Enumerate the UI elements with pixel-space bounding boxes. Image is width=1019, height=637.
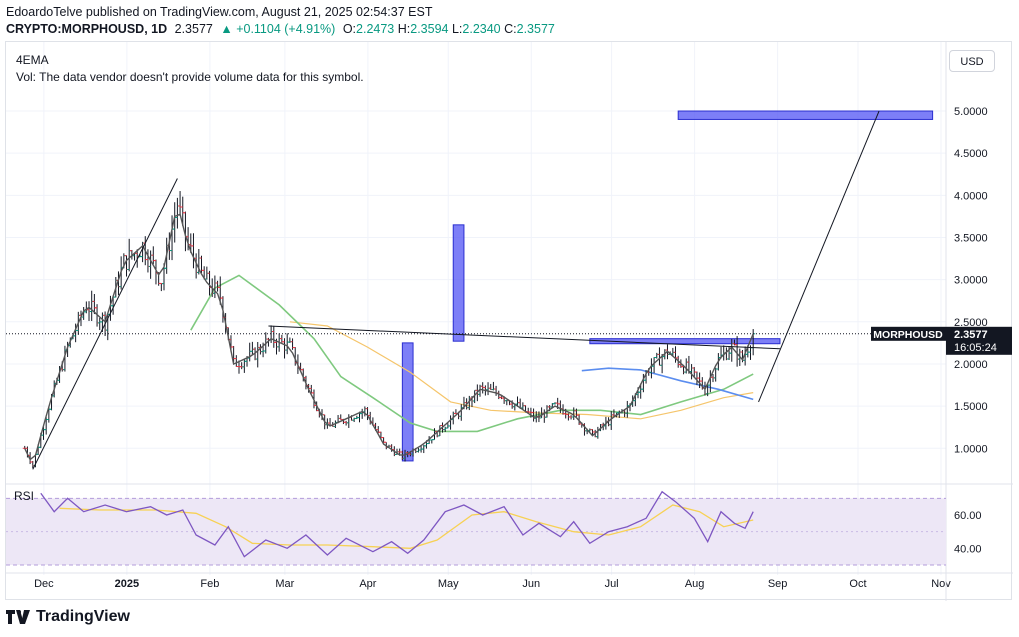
price-chart[interactable]: 5.00004.50004.00003.50003.00002.50002.00… bbox=[6, 42, 1013, 601]
time-axis-label: Oct bbox=[849, 578, 866, 590]
low-label: L: bbox=[451, 22, 463, 36]
price-axis-label: 1.5000 bbox=[954, 401, 988, 413]
time-axis-label: Feb bbox=[200, 578, 219, 590]
footer-brand: TradingView bbox=[36, 608, 130, 625]
price-axis-label: 1.0000 bbox=[954, 443, 988, 455]
tradingview-logo-icon bbox=[6, 610, 30, 624]
trendline bbox=[32, 178, 178, 470]
time-axis-label: Sep bbox=[768, 578, 788, 590]
chart-frame[interactable]: 5.0000 4.5000 4.0000 3.5000 3.0000 2.5000 2.00… bbox=[5, 41, 1013, 601]
price-axis-label: 3.0000 bbox=[954, 275, 988, 287]
price-axis-label: 2.0000 bbox=[954, 359, 988, 371]
open-value: 2.2473 bbox=[356, 22, 395, 36]
time-axis-label: 2025 bbox=[115, 578, 139, 590]
time-axis-label: Dec bbox=[34, 578, 54, 590]
publisher-line: EdoardoTelve published on TradingView.co… bbox=[6, 5, 433, 19]
rsi-axis-label: 40.00 bbox=[954, 543, 982, 555]
price-tag-value: 2.3577 bbox=[954, 329, 988, 341]
time-axis-label: Nov bbox=[931, 578, 951, 590]
price-change: ▲ +0.1104 (+4.91%) bbox=[220, 22, 336, 36]
last-price: 2.3577 bbox=[174, 22, 213, 36]
time-axis-label: May bbox=[438, 578, 459, 590]
time-axis-label: Jun bbox=[522, 578, 540, 590]
zone-box bbox=[401, 342, 414, 462]
open-label: O: bbox=[342, 22, 357, 36]
price-axis-label: 3.5000 bbox=[954, 232, 988, 244]
price-axis-label: 4.5000 bbox=[954, 148, 988, 160]
symbol-label[interactable]: CRYPTO:MORPHOUSD, 1D bbox=[6, 22, 167, 36]
price-axis-label: 5.0000 bbox=[954, 106, 988, 118]
close-label: C: bbox=[504, 22, 517, 36]
price-axis-label: 4.0000 bbox=[954, 190, 988, 202]
high-value: 2.3594 bbox=[410, 22, 449, 36]
zone-box bbox=[677, 110, 934, 120]
symbol-ohlc-line: CRYPTO:MORPHOUSD, 1D 2.3577 ▲ +0.1104 (+… bbox=[6, 22, 555, 36]
time-axis-label: Apr bbox=[359, 578, 376, 590]
high-label: H: bbox=[397, 22, 411, 36]
ema-indicator-label[interactable]: 4EMA bbox=[16, 53, 49, 67]
currency-button[interactable]: USD bbox=[949, 50, 995, 72]
volume-indicator-label: Vol: The data vendor doesn't provide vol… bbox=[16, 70, 364, 84]
close-value: 2.3577 bbox=[516, 22, 555, 36]
rsi-indicator-label[interactable]: RSI bbox=[14, 489, 34, 503]
ema-long-line bbox=[581, 367, 754, 401]
time-axis-label: Mar bbox=[275, 578, 294, 590]
time-axis-label: Jul bbox=[605, 578, 619, 590]
trendline bbox=[758, 110, 880, 403]
price-tag-symbol: MORPHOUSD bbox=[873, 329, 943, 341]
price-tag-countdown: 16:05:24 bbox=[954, 342, 997, 354]
time-axis-label: Aug bbox=[685, 578, 705, 590]
ema-fast-line bbox=[24, 213, 754, 461]
tradingview-footer[interactable]: TradingView bbox=[6, 608, 130, 626]
zone-box bbox=[452, 224, 465, 342]
trendline bbox=[268, 325, 780, 350]
low-value: 2.2340 bbox=[462, 22, 501, 36]
rsi-axis-label: 60.00 bbox=[954, 510, 982, 522]
